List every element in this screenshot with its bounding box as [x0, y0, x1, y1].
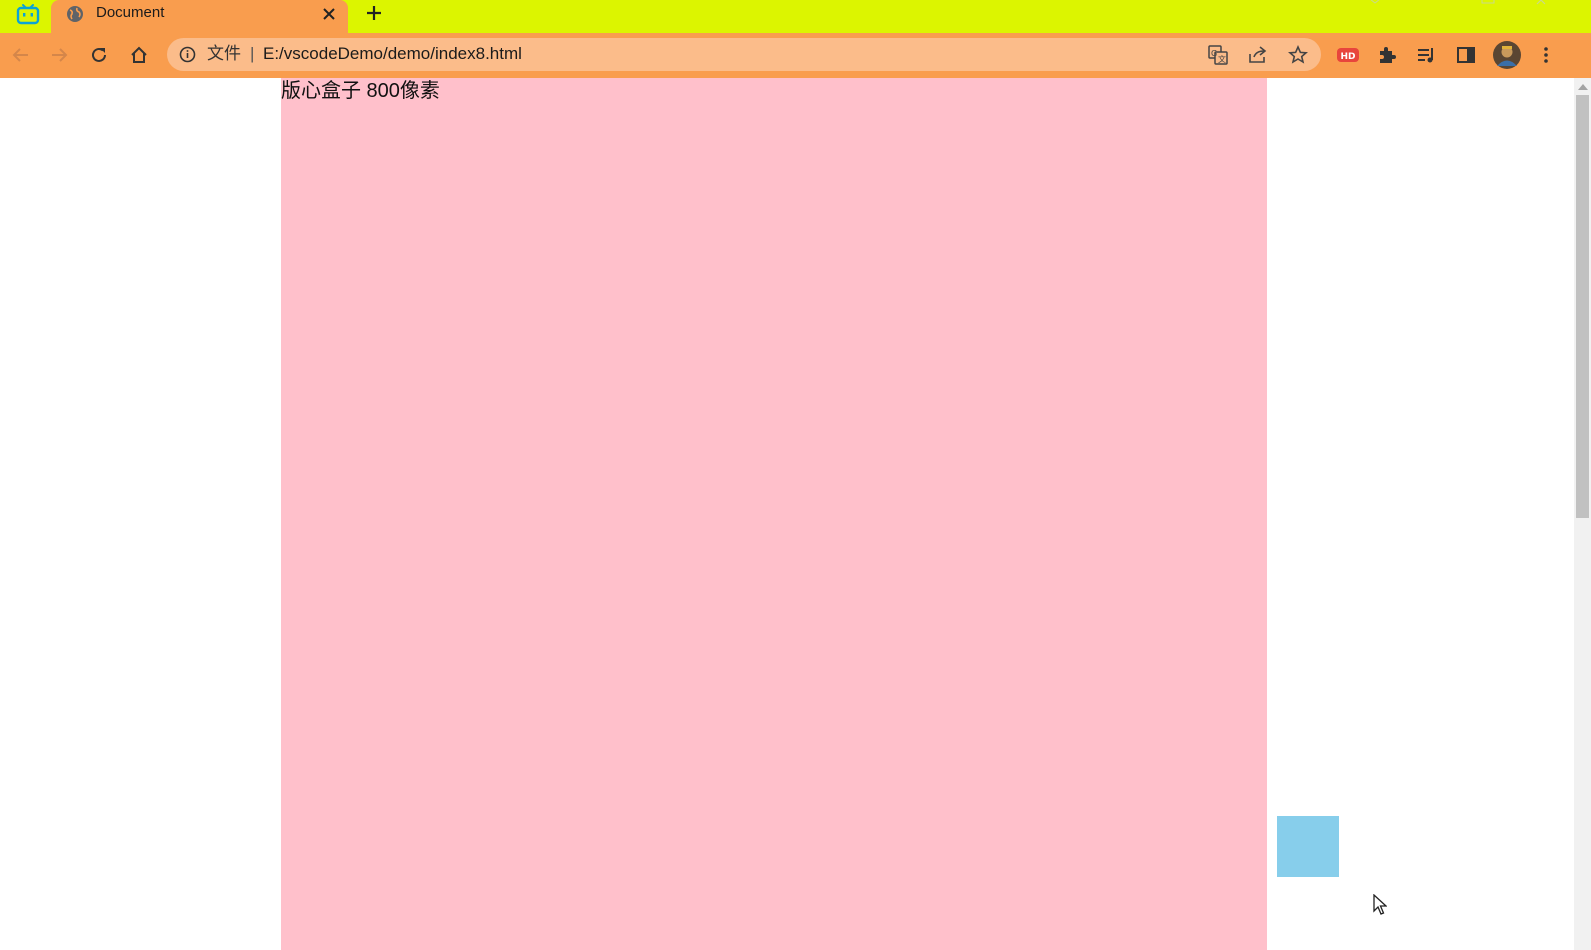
- browser-toolbar: 文件 | E:/vscodeDemo/demo/index8.html G文 H…: [0, 33, 1591, 78]
- reload-icon: [92, 47, 106, 62]
- more-menu-icon: [1544, 47, 1548, 63]
- fixed-side-box: [1277, 816, 1339, 877]
- svg-text:文: 文: [1218, 54, 1226, 64]
- reload-button[interactable]: [87, 43, 111, 67]
- svg-text:G: G: [1211, 49, 1217, 58]
- back-icon: [12, 48, 28, 62]
- hd-extension-icon: HD: [1337, 48, 1359, 62]
- extensions-icon: [1380, 47, 1396, 63]
- hd-badge-text: HD: [1340, 52, 1355, 62]
- side-panel-button[interactable]: [1454, 43, 1478, 67]
- scheme-label: 文件: [207, 44, 241, 63]
- window-close-icon[interactable]: [1533, 0, 1553, 8]
- reading-list-icon: [1418, 48, 1433, 63]
- scheme-separator: |: [250, 44, 255, 63]
- close-icon[interactable]: [318, 3, 340, 25]
- info-icon[interactable]: [179, 46, 196, 63]
- tab-strip: Document: [0, 0, 1591, 33]
- minimize-icon[interactable]: [1365, 0, 1385, 8]
- plus-icon: [367, 6, 381, 20]
- back-button[interactable]: [8, 43, 32, 67]
- extensions-button[interactable]: [1375, 43, 1399, 67]
- forward-icon: [52, 48, 68, 62]
- profile-avatar[interactable]: [1493, 41, 1521, 69]
- layout-box-text: 版心盒子 800像素: [281, 80, 440, 102]
- tab-document[interactable]: Document: [51, 0, 348, 33]
- reading-list-button[interactable]: [1414, 43, 1438, 67]
- more-menu-button[interactable]: [1534, 43, 1558, 67]
- layout-container-box: 版心盒子 800像素: [281, 78, 1267, 950]
- mouse-cursor-icon: [1373, 894, 1387, 915]
- translate-button[interactable]: G文: [1207, 44, 1229, 66]
- home-button[interactable]: [127, 43, 151, 67]
- maximize-icon[interactable]: [1478, 0, 1498, 8]
- hd-extension-button[interactable]: HD: [1336, 43, 1360, 67]
- share-icon: [1249, 46, 1267, 63]
- new-tab-button[interactable]: [362, 1, 386, 25]
- translate-icon: G文: [1208, 45, 1228, 65]
- scrollbar-thumb[interactable]: [1576, 95, 1589, 518]
- vertical-scrollbar[interactable]: [1574, 78, 1591, 950]
- bookmark-star-icon: [1288, 45, 1308, 64]
- bookmark-button[interactable]: [1287, 44, 1309, 66]
- globe-icon: [67, 6, 83, 22]
- scroll-up-arrow-icon[interactable]: [1578, 84, 1588, 90]
- bilibili-icon[interactable]: [16, 3, 40, 25]
- page-viewport: 版心盒子 800像素: [0, 78, 1591, 950]
- forward-button[interactable]: [48, 43, 72, 67]
- home-icon: [131, 46, 147, 63]
- share-button[interactable]: [1247, 44, 1269, 66]
- url-text[interactable]: E:/vscodeDemo/demo/index8.html: [263, 44, 522, 64]
- side-panel-icon: [1457, 47, 1475, 63]
- tab-title: Document: [96, 4, 165, 21]
- address-bar[interactable]: 文件 | E:/vscodeDemo/demo/index8.html G文: [167, 38, 1321, 71]
